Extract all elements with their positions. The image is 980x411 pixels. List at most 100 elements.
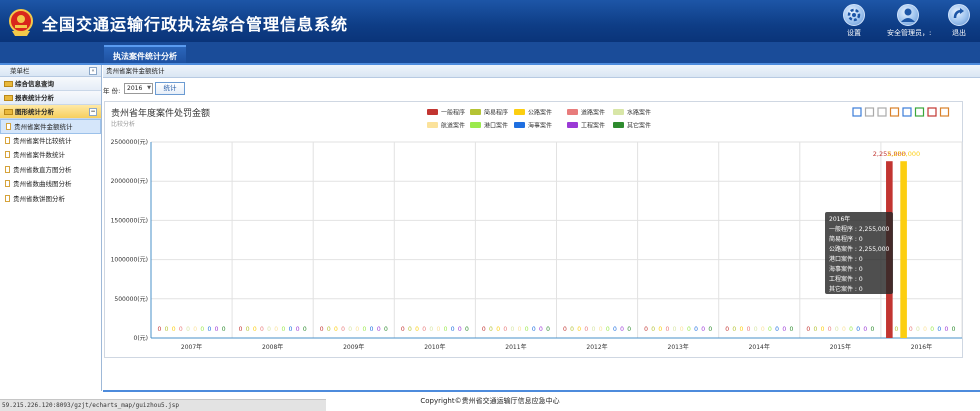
data-view-icon	[889, 107, 900, 117]
legend-swatch	[470, 122, 481, 128]
x-tick-label: 2010年	[424, 343, 445, 351]
tooltip-line: 其它案件 : 0	[829, 285, 863, 293]
logout-button[interactable]: 退出	[941, 4, 977, 38]
bar-value-label: 0	[930, 326, 934, 333]
x-tick-label: 2009年	[343, 343, 364, 351]
bar-value-label: 0	[620, 326, 624, 333]
sidebar-item-label: 贵州省案件金额统计	[14, 123, 73, 131]
bar-value-label: 0	[782, 326, 786, 333]
bar-value-label: 0	[303, 326, 307, 333]
exit-icon	[948, 4, 970, 26]
sidebar-item-curve[interactable]: 贵州省数曲线图分析	[0, 177, 101, 192]
bar-value-label: 0	[465, 326, 469, 333]
bar-value-label: 0	[563, 326, 567, 333]
sidebar-item-count[interactable]: 贵州省案件数统计	[0, 148, 101, 163]
bar-value-label: 0	[458, 326, 462, 333]
legend-swatch	[427, 122, 438, 128]
app-header: 全国交通运输行政执法综合管理信息系统 设置 安全管理员，: 退出	[0, 0, 980, 42]
document-icon	[5, 194, 10, 202]
user-button[interactable]: 安全管理员，:	[887, 4, 932, 38]
sidebar-group-query[interactable]: 综合信息查询	[0, 77, 101, 91]
bar-value-label: 0	[415, 326, 419, 333]
legend-swatch	[613, 122, 624, 128]
bar-value-label: 0	[165, 326, 169, 333]
bar-value-label: 0	[179, 326, 183, 333]
sidebar-item-pie[interactable]: 贵州省数饼图分析	[0, 192, 101, 207]
document-icon	[6, 123, 11, 130]
legend-swatch	[514, 122, 525, 128]
tab-case-statistics[interactable]: 执法案件统计分析	[104, 45, 186, 64]
bar-value-label: 0	[577, 326, 581, 333]
bar-value-label: 0	[289, 326, 293, 333]
legend-label: 一般程序	[441, 109, 465, 117]
statistics-button[interactable]: 统计	[155, 82, 185, 95]
sidebar-item-compare[interactable]: 贵州省案件比较统计	[0, 134, 101, 149]
bar-value-label: 0	[768, 326, 772, 333]
bar-value-label: 0	[370, 326, 374, 333]
user-label: 安全管理员，:	[887, 29, 932, 37]
collapse-icon[interactable]: «	[89, 67, 97, 75]
x-tick-label: 2016年	[911, 343, 932, 351]
bar-value-label: 0	[613, 326, 617, 333]
bar-value-label: 0	[510, 326, 514, 333]
bar-value-label: 0	[842, 326, 846, 333]
gear-icon	[843, 4, 865, 26]
settings-button[interactable]: 设置	[836, 4, 872, 38]
bar-value-label: 0	[267, 326, 271, 333]
sidebar-item-label: 贵州省案件比较统计	[13, 136, 72, 145]
bar-value-label: 0	[246, 326, 250, 333]
bar-value-label: 0	[193, 326, 197, 333]
y-tick-label: 2500000(元)	[111, 139, 148, 146]
legend-label: 工程案件	[581, 122, 605, 130]
sidebar-header: 菜单栏 «	[0, 65, 101, 77]
bar-value-label: 0	[687, 326, 691, 333]
group-label: 综合信息查询	[15, 80, 54, 88]
breadcrumb: 贵州省案件金额统计	[103, 65, 980, 78]
bar-value-label: 0	[701, 326, 705, 333]
bar-value-label: 0	[828, 326, 832, 333]
sidebar-group-graph[interactable]: 图形统计分析 −	[0, 105, 101, 119]
tooltip-line: 公路案件 : 2,255,000	[829, 245, 890, 253]
sidebar-item-label: 贵州省数曲线图分析	[13, 180, 72, 188]
sidebar-item-amount[interactable]: 贵州省案件金额统计	[0, 119, 101, 134]
x-tick-label: 2015年	[830, 343, 851, 351]
chart-panel: 贵州省年度案件处罚金额 比较分析 一般程序 简易程序 公路案件 道路案件 水路案件 航道案件港…	[104, 101, 963, 358]
bar-value-label: 0	[437, 326, 441, 333]
legend-swatch	[514, 109, 525, 115]
bar-value-label: 0	[215, 326, 219, 333]
bar-value-label: 0	[341, 326, 345, 333]
save-image-icon	[939, 107, 950, 117]
x-tick-label: 2007年	[181, 343, 202, 351]
chart-subtitle: 比较分析	[111, 120, 135, 128]
bar-value-label: 0	[584, 326, 588, 333]
bar-value-label: 0	[739, 326, 743, 333]
bar-value-label: 0	[539, 326, 543, 333]
bar-chart-icon	[914, 107, 925, 117]
national-emblem-icon	[9, 9, 33, 36]
legend-label: 公路案件	[528, 109, 552, 117]
year-select[interactable]: 2016	[124, 83, 153, 94]
collapse-group-icon[interactable]: −	[89, 108, 97, 116]
mark-icon	[852, 107, 862, 117]
legend-label: 航道案件	[441, 122, 465, 130]
y-tick-label: 0(元)	[134, 335, 149, 342]
x-tick-label: 2008年	[262, 343, 283, 351]
sidebar-title: 菜单栏	[10, 67, 30, 75]
bar-value-label: 0	[606, 326, 610, 333]
y-tick-label: 500000(元)	[114, 296, 148, 303]
legend-label: 简易程序	[484, 109, 508, 117]
refresh-icon	[927, 107, 937, 117]
bar-value-label: 0	[503, 326, 507, 333]
bar-value-label: 0	[320, 326, 324, 333]
bar	[900, 161, 907, 338]
bar-value-label: 0	[849, 326, 853, 333]
bar-value-label: 0	[806, 326, 810, 333]
document-icon	[5, 151, 10, 158]
bar-value-label: 0	[747, 326, 751, 333]
bar-value-label: 0	[207, 326, 211, 333]
erase-icon	[864, 107, 875, 117]
sidebar-group-report[interactable]: 报表统计分析	[0, 91, 101, 105]
bar-value-label: 0	[429, 326, 433, 333]
sidebar-item-histogram[interactable]: 贵州省数直方图分析	[0, 163, 101, 178]
bar-value-label: 0	[789, 326, 793, 333]
